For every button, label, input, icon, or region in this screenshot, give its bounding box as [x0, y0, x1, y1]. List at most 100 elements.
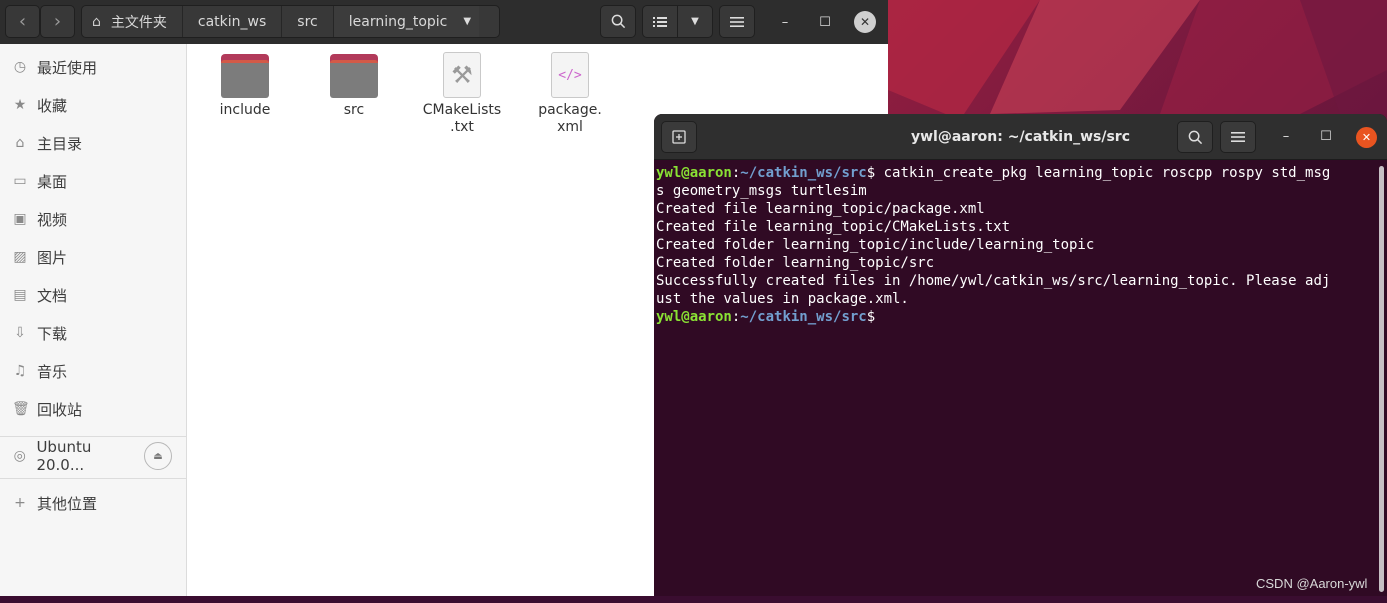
search-button[interactable] — [600, 5, 636, 38]
file-name: CMakeLists .txt — [422, 102, 502, 135]
close-button[interactable]: ✕ — [854, 11, 876, 33]
home-icon: ⌂ — [15, 135, 25, 151]
file-item-src[interactable]: src — [304, 52, 404, 119]
sidebar-item-label: 桌面 — [37, 172, 68, 191]
list-view-button[interactable] — [642, 5, 678, 38]
sidebar-item-starred[interactable]: ★ 收藏 — [0, 86, 186, 124]
terminal-headerbar: ywl@aaron: ~/catkin_ws/src – ☐ ✕ — [654, 114, 1387, 160]
terminal-output[interactable]: ywl@aaron:~/catkin_ws/src$ catkin_create… — [656, 164, 1378, 594]
search-icon — [611, 14, 625, 29]
folder-icon — [221, 52, 269, 98]
terminal-scrollbar[interactable] — [1379, 166, 1384, 592]
star-icon: ★ — [13, 97, 27, 113]
maximize-button[interactable]: ☐ — [814, 11, 836, 33]
menu-button[interactable] — [719, 5, 755, 38]
file-item-include[interactable]: include — [195, 52, 295, 119]
terminal-text: $ catkin_create_pkg learning_topic roscp… — [866, 165, 1331, 181]
sidebar-item-label: 最近使用 — [37, 58, 98, 77]
sidebar-item-pictures[interactable]: ▨ 图片 — [0, 238, 186, 276]
sidebar-item-device[interactable]: ◎ Ubuntu 20.0... — [0, 437, 140, 475]
view-options-button[interactable]: ▼ — [677, 5, 713, 38]
sidebar-item-documents[interactable]: ▤ 文档 — [0, 276, 186, 314]
sidebar-item-videos[interactable]: ▣ 视频 — [0, 200, 186, 238]
prompt-path: ~/catkin_ws/src — [740, 165, 867, 181]
file-name: src — [343, 102, 365, 118]
breadcrumb-label: catkin_ws — [197, 13, 267, 30]
file-name: package. xml — [538, 102, 602, 135]
new-tab-icon — [672, 130, 686, 144]
hamburger-icon — [1231, 132, 1245, 142]
close-icon: ✕ — [859, 15, 871, 29]
sidebar: ◷ 最近使用 ★ 收藏 ⌂ 主目录 ▭ 桌面 ▣ 视频 ▨ 图片 ▤ 文档 ⇩ 下载 ♫ 音乐 🗑… — [0, 44, 187, 596]
back-button[interactable]: ‹ — [5, 5, 40, 38]
breadcrumb-learning-topic[interactable]: learning_topic ▼ — [333, 6, 480, 37]
eject-icon: ⏏ — [153, 450, 163, 462]
terminal-maximize-button[interactable]: ☐ — [1315, 125, 1337, 147]
video-icon: ▣ — [13, 211, 27, 227]
terminal-menu-button[interactable] — [1220, 121, 1256, 153]
file-item-package-xml[interactable]: </> package. xml — [520, 52, 620, 136]
prompt-path: ~/catkin_ws/src — [740, 309, 867, 325]
sidebar-item-label: 视频 — [37, 210, 68, 229]
close-icon: ✕ — [1361, 131, 1372, 144]
sidebar-item-label: 主目录 — [37, 134, 83, 153]
chevron-left-icon: ‹ — [18, 11, 27, 32]
minimize-button[interactable]: – — [774, 11, 796, 33]
picture-icon: ▨ — [13, 249, 27, 265]
sidebar-item-trash[interactable]: 🗑 回收站 — [0, 390, 186, 428]
terminal-search-button[interactable] — [1177, 121, 1213, 153]
maximize-icon: ☐ — [819, 14, 831, 30]
terminal-line: ust the values in package.xml. — [656, 291, 909, 307]
terminal-window: ywl@aaron: ~/catkin_ws/src – ☐ ✕ ywl@aar… — [654, 114, 1387, 596]
terminal-line: ywl@aaron:~/catkin_ws/src$ — [656, 309, 876, 325]
forward-button[interactable]: › — [40, 5, 75, 38]
sidebar-item-label: 音乐 — [37, 362, 68, 381]
prompt-symbol: $ — [866, 309, 876, 325]
breadcrumb-label: 主文件夹 — [110, 14, 167, 31]
home-icon: ⌂ — [92, 13, 101, 30]
terminal-line: Successfully created files in /home/ywl/… — [656, 273, 1331, 289]
caret-down-icon: ▼ — [691, 16, 699, 27]
new-tab-button[interactable] — [661, 121, 697, 153]
terminal-line: s geometry_msgs turtlesim — [656, 183, 867, 199]
folder-icon — [330, 52, 378, 98]
breadcrumb-catkin-ws[interactable]: catkin_ws — [183, 6, 283, 37]
terminal-close-button[interactable]: ✕ — [1356, 127, 1377, 148]
prompt-user: ywl@aaron — [656, 309, 732, 325]
terminal-line: Created file learning_topic/CMakeLists.t… — [656, 219, 1011, 235]
terminal-line: Created folder learning_topic/include/le… — [656, 237, 1095, 253]
music-icon: ♫ — [13, 363, 27, 379]
terminal-minimize-button[interactable]: – — [1275, 125, 1297, 147]
sidebar-item-downloads[interactable]: ⇩ 下载 — [0, 314, 186, 352]
sidebar-item-label: 其他位置 — [37, 494, 98, 513]
sidebar-item-desktop[interactable]: ▭ 桌面 — [0, 162, 186, 200]
hammer-icon: ⚒ — [443, 52, 481, 98]
download-icon: ⇩ — [14, 325, 26, 341]
plus-icon: + — [14, 495, 26, 511]
breadcrumb-label: learning_topic — [348, 13, 448, 30]
watermark: CSDN @Aaron-ywl — [1256, 576, 1368, 591]
minimize-icon: – — [1282, 128, 1290, 144]
caret-down-icon: ▼ — [463, 16, 472, 27]
sidebar-item-label: 收藏 — [37, 96, 68, 115]
sidebar-item-label: Ubuntu 20.0... — [36, 438, 92, 474]
sidebar-item-label: 回收站 — [37, 400, 83, 419]
hamburger-icon — [730, 16, 744, 27]
sidebar-item-home[interactable]: ⌂ 主目录 — [0, 124, 186, 162]
search-icon — [1188, 130, 1202, 144]
minimize-icon: – — [781, 14, 789, 30]
sidebar-item-music[interactable]: ♫ 音乐 — [0, 352, 186, 390]
sidebar-item-other-locations[interactable]: + 其他位置 — [0, 484, 186, 522]
disc-icon: ◎ — [13, 448, 26, 464]
breadcrumb-label: src — [297, 13, 318, 30]
breadcrumb-src[interactable]: src — [282, 6, 334, 37]
file-name: include — [219, 102, 271, 118]
file-item-cmakelists[interactable]: ⚒ CMakeLists .txt — [412, 52, 512, 136]
maximize-icon: ☐ — [1320, 128, 1332, 144]
eject-button[interactable]: ⏏ — [144, 442, 172, 470]
trash-icon: 🗑 — [12, 401, 30, 417]
document-icon: ▤ — [13, 287, 27, 303]
breadcrumb-home[interactable]: ⌂ 主文件夹 — [82, 6, 183, 37]
sidebar-item-label: 图片 — [37, 248, 68, 267]
sidebar-item-recent[interactable]: ◷ 最近使用 — [0, 48, 186, 86]
